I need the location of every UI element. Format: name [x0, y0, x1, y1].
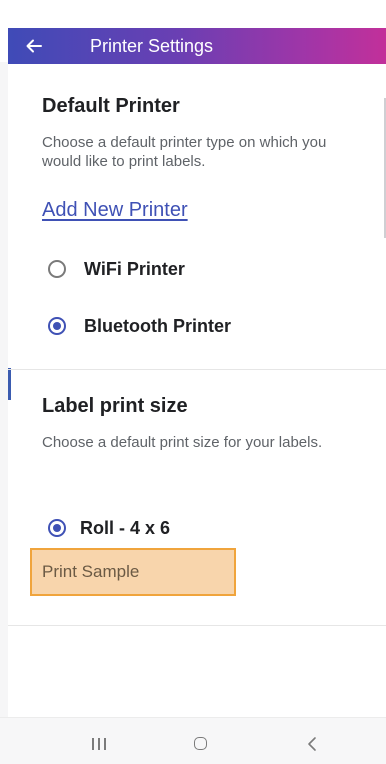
arrow-left-icon[interactable]: [22, 34, 46, 58]
system-nav-bar: [0, 717, 386, 764]
bluetooth-printer-label: Bluetooth Printer: [84, 315, 231, 336]
section-divider: [8, 369, 386, 370]
left-edge-strip: [0, 62, 8, 717]
roll-4x6-label: Roll - 4 x 6: [80, 517, 171, 538]
printer-settings-screen: Printer Settings Default Printer Choose …: [0, 0, 386, 764]
wifi-printer-radio[interactable]: [48, 260, 66, 278]
recents-icon[interactable]: [92, 738, 106, 750]
left-edge-accent: [8, 368, 11, 400]
bluetooth-printer-option[interactable]: Bluetooth Printer: [48, 313, 231, 339]
bluetooth-printer-radio[interactable]: [48, 317, 66, 335]
print-sample-button[interactable]: Print Sample: [30, 548, 236, 596]
app-bar: Printer Settings: [8, 28, 386, 64]
label-size-title: Label print size: [42, 395, 188, 417]
wifi-printer-label: WiFi Printer: [84, 258, 185, 279]
default-printer-title: Default Printer: [42, 95, 180, 117]
page-title: Printer Settings: [90, 36, 214, 56]
wifi-printer-option[interactable]: WiFi Printer: [48, 256, 185, 282]
section-divider-bottom: [8, 625, 386, 626]
home-icon[interactable]: [194, 737, 207, 750]
roll-4x6-radio[interactable]: [48, 519, 66, 537]
arrow-left-icon-glyph: [26, 39, 42, 53]
add-new-printer-link[interactable]: Add New Printer: [42, 199, 188, 222]
back-chevron-icon[interactable]: [304, 735, 320, 753]
label-size-description: Choose a default print size for your lab…: [42, 434, 323, 451]
back-chevron-icon-glyph: [308, 737, 316, 751]
default-printer-description: Choose a default printer type on which y…: [42, 134, 327, 170]
roll-4x6-option[interactable]: Roll - 4 x 6: [48, 515, 170, 541]
